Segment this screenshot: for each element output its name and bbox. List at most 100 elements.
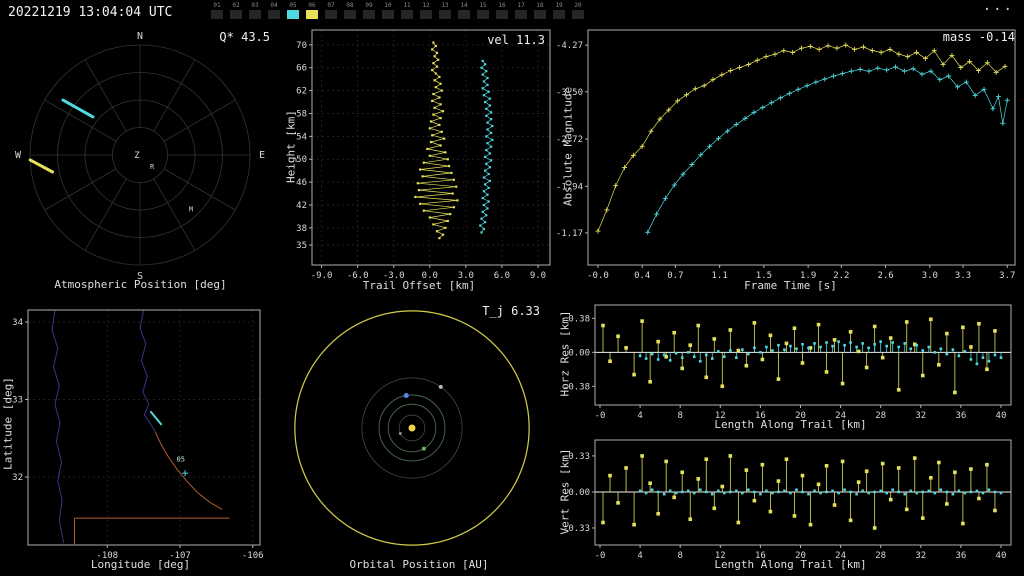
station-indicator — [287, 10, 299, 19]
panel-height-profile: -9.0 -6.0 -3.0 0.0 3.0 6.0 9.0 70 66 62 58 54 50 46 42… — [281, 24, 557, 296]
polar-grid — [29, 44, 251, 266]
svg-text:0.38: 0.38 — [568, 314, 590, 324]
app-screen: 20221219 13:04:04 UTC 01 02 03 04 05 06 07 08 09… — [0, 0, 1024, 576]
station-strip: 01 02 03 04 05 06 07 08 09 10 11 12 13 14 15 16 17 18 19 20 — [210, 2, 590, 19]
svg-text:70: 70 — [296, 41, 307, 51]
station-toggle-09[interactable]: 09 — [362, 2, 376, 19]
light-curve-plot: -0.0 0.4 0.7 1.1 1.5 1.9 2.2 2.6 3.0 3.3 3.7-4.27-… — [557, 29, 1016, 281]
axis-ticks: -108 -107 -106343332 — [12, 318, 263, 561]
station-indicator — [268, 10, 280, 19]
svg-text:0.00: 0.00 — [568, 348, 590, 358]
horz-res-x-axis-label: Length Along Trail [km] — [714, 418, 867, 431]
height-x-axis-label: Trail Offset [km] — [362, 279, 476, 292]
timestamp: 20221219 13:04:04 UTC — [8, 5, 173, 20]
body-mercury — [398, 431, 402, 435]
station-toggle-13[interactable]: 13 — [438, 2, 452, 19]
panel-vertical-residuals: -0 4 8 12 16 20 24 28 32 36 40 0.33 0.00 -0.33 Vert R… — [557, 436, 1024, 576]
height-profile-plot: -9.0 -6.0 -3.0 0.0 3.0 6.0 9.07066625854504642… — [296, 29, 551, 281]
menu-dots[interactable]: ··· — [983, 2, 1014, 18]
station-06-trail — [28, 158, 55, 174]
svg-text:N: N — [137, 31, 143, 42]
q-value-label: Q* 43.5 — [219, 30, 270, 44]
gridlines — [28, 310, 260, 545]
station-toggle-10[interactable]: 10 — [381, 2, 395, 19]
station-number: 17 — [517, 2, 525, 9]
body-earth — [403, 393, 409, 399]
station-number: 03 — [251, 2, 259, 9]
svg-text:Z: Z — [134, 151, 140, 161]
station-toggle-11[interactable]: 11 — [400, 2, 414, 19]
height-y-axis-label: Height [km] — [284, 110, 298, 183]
station-number: 16 — [498, 2, 506, 9]
svg-text:M: M — [189, 206, 193, 214]
station-toggle-20[interactable]: 20 — [571, 2, 585, 19]
velocity-label: vel 11.3 — [487, 33, 545, 47]
station-indicator — [249, 10, 261, 19]
station-number: 20 — [574, 2, 582, 9]
station-map-marker: 05 — [177, 456, 189, 477]
station-number: 14 — [460, 2, 468, 9]
station-05-trail — [61, 98, 95, 119]
station-indicator — [306, 10, 318, 19]
station-toggle-02[interactable]: 02 — [229, 2, 243, 19]
series-station-06 — [595, 42, 1008, 234]
panel-horizontal-residuals: -0 4 8 12 16 20 24 28 32 36 40 0.38 0.00 -0.38 Horz R… — [557, 296, 1024, 436]
station-indicator — [477, 10, 489, 19]
station-indicator — [553, 10, 565, 19]
station-number: 04 — [270, 2, 278, 9]
svg-text:35: 35 — [296, 241, 307, 251]
station-number: 02 — [232, 2, 240, 9]
panel-orbit: T_j 6.33 Orbital Position [AU] — [281, 296, 557, 576]
station-toggle-04[interactable]: 04 — [267, 2, 281, 19]
station-toggle-08[interactable]: 08 — [343, 2, 357, 19]
svg-text:E: E — [259, 150, 265, 161]
panel-atmospheric-position: NSEWZRM Q* 43.5 Atmospheric Position [de… — [0, 24, 281, 296]
station-toggle-06[interactable]: 06 — [305, 2, 319, 19]
station-number: 05 — [289, 2, 297, 9]
svg-text:46: 46 — [296, 178, 307, 188]
station-indicator — [458, 10, 470, 19]
magnitude-y-axis-label: Absolute Magnitude — [561, 86, 575, 207]
plot-frame — [587, 29, 1016, 266]
station-toggle-03[interactable]: 03 — [248, 2, 262, 19]
svg-text:62: 62 — [296, 87, 307, 97]
series-station-05 — [645, 64, 1010, 235]
gridlines — [312, 30, 550, 265]
series-station-05 — [479, 59, 494, 234]
station-toggle-16[interactable]: 16 — [495, 2, 509, 19]
station-toggle-17[interactable]: 17 — [514, 2, 528, 19]
body-sun — [408, 424, 416, 432]
ground-track — [149, 410, 163, 426]
station-indicator — [420, 10, 432, 19]
station-number: 07 — [327, 2, 335, 9]
station-toggle-01[interactable]: 01 — [210, 2, 224, 19]
station-toggle-15[interactable]: 15 — [476, 2, 490, 19]
vert-res-y-axis-label: Vert Res [km] — [558, 448, 572, 535]
svg-text:R: R — [150, 163, 155, 171]
horz-res-y-axis-label: Horz Res [km] — [558, 310, 572, 397]
station-number: 18 — [536, 2, 544, 9]
svg-text:54: 54 — [296, 132, 307, 142]
svg-text:0.00: 0.00 — [568, 488, 590, 498]
svg-text:-4.27: -4.27 — [557, 41, 583, 51]
station-number: 15 — [479, 2, 487, 9]
station-toggle-05[interactable]: 05 — [286, 2, 300, 19]
svg-text:50: 50 — [296, 155, 307, 165]
svg-text:34: 34 — [12, 318, 23, 328]
vertical-residuals-plot: -0 4 8 12 16 20 24 28 32 36 400.330.00-0.33 — [563, 439, 1012, 561]
station-toggle-18[interactable]: 18 — [533, 2, 547, 19]
station-number: 09 — [365, 2, 373, 9]
station-indicator — [230, 10, 242, 19]
tisserand-label: T_j 6.33 — [482, 304, 540, 318]
station-toggle-19[interactable]: 19 — [552, 2, 566, 19]
svg-text:W: W — [15, 150, 22, 161]
frame-time-x-axis-label: Frame Time [s] — [744, 279, 837, 292]
station-toggle-07[interactable]: 07 — [324, 2, 338, 19]
station-indicator — [401, 10, 413, 19]
panel-light-curve: -0.0 0.4 0.7 1.1 1.5 1.9 2.2 2.6 3.0 3.3 3.7 -4.27-… — [557, 24, 1024, 296]
station-toggle-12[interactable]: 12 — [419, 2, 433, 19]
river-rio-grande — [154, 431, 223, 511]
station-number: 10 — [384, 2, 392, 9]
station-toggle-14[interactable]: 14 — [457, 2, 471, 19]
station-number: 12 — [422, 2, 430, 9]
